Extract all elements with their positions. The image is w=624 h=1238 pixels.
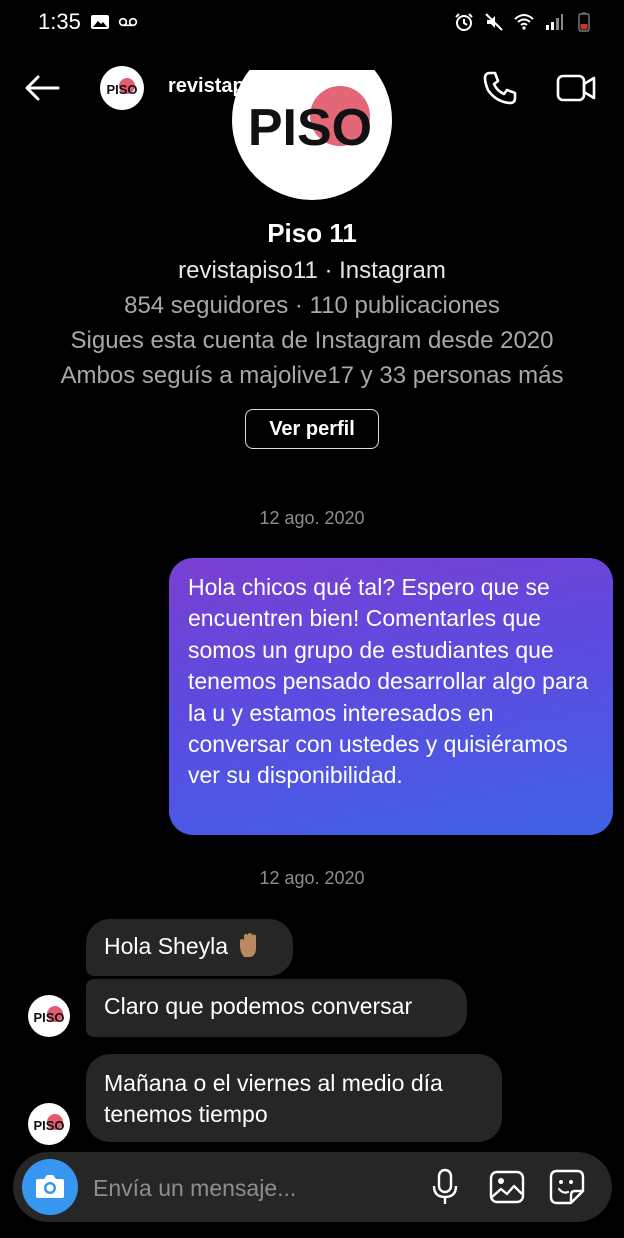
message-text: Hola Sheyla [104,933,229,959]
status-right-icons [454,12,594,32]
piso-logo-large-icon: PISO [248,86,372,157]
view-profile-button[interactable]: Ver perfil [245,409,379,449]
outgoing-message[interactable]: Hola chicos qué tal? Espero que se encue… [169,558,613,835]
camera-icon [36,1175,64,1198]
piso-logo-icon: PISO [106,78,138,97]
status-bar: 1:35 [0,0,624,48]
alarm-icon [455,13,473,31]
camera-button[interactable] [22,1159,78,1215]
profile-following-since: Sigues esta cuenta de Instagram desde 20… [70,327,554,354]
signal-icon [546,14,563,30]
profile-mutual-followers: Ambos seguís a majolive17 y 33 personas … [60,362,564,389]
profile-stats: 854 seguidores · 110 publicaciones [124,292,500,319]
profile-avatar[interactable]: PISO [232,70,392,200]
svg-text:PISO: PISO [248,99,372,157]
mute-icon [485,13,503,31]
message-timestamp: 12 ago. 2020 [259,868,365,888]
gallery-icon[interactable] [487,1167,527,1207]
raised-hand-emoji-icon [240,933,257,957]
profile-handle: revistapiso11 · Instagram [178,257,446,284]
message-timestamp: 12 ago. 2020 [259,508,365,528]
message-input[interactable] [93,1172,413,1204]
voicemail-icon [118,17,138,27]
piso-logo-icon: PISO [33,1114,65,1133]
battery-icon [578,12,590,32]
back-arrow-icon[interactable] [22,70,62,106]
message-composer [13,1152,612,1222]
image-notification-icon [91,15,109,29]
microphone-icon[interactable] [427,1167,463,1207]
incoming-message[interactable]: Mañana o el viernes al medio día tenemos… [86,1054,502,1142]
piso-logo-icon: PISO [33,1006,65,1025]
status-time: 1:35 [38,9,81,34]
status-left-icons [90,12,138,32]
incoming-message[interactable]: Hola Sheyla [86,919,293,976]
sender-avatar[interactable]: PISO [28,995,70,1037]
sticker-icon[interactable] [547,1167,587,1207]
svg-text:PISO: PISO [33,1118,64,1133]
incoming-message[interactable]: Claro que podemos conversar [86,979,467,1037]
wifi-icon [514,14,534,30]
profile-name: Piso 11 [267,218,357,248]
sender-avatar[interactable]: PISO [28,1103,70,1145]
svg-text:PISO: PISO [33,1010,64,1025]
header-avatar[interactable]: PISO [100,66,144,110]
video-call-icon[interactable] [554,68,598,108]
svg-text:PISO: PISO [106,82,137,97]
phone-icon[interactable] [480,68,520,108]
